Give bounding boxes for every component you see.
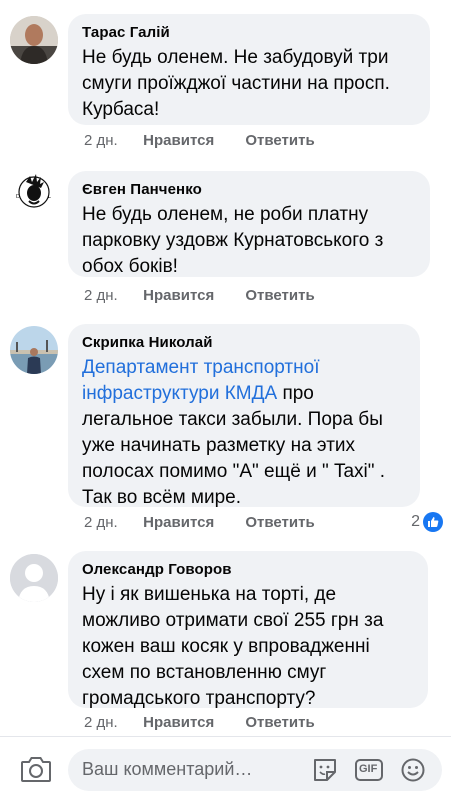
comment-author[interactable]: Скрипка Николай bbox=[82, 333, 406, 353]
like-button[interactable]: Нравится bbox=[143, 131, 241, 151]
camera-icon[interactable] bbox=[20, 755, 52, 783]
comment-text: Не будь оленем, не роби платну парковку … bbox=[82, 204, 384, 277]
like-button[interactable]: Нравится bbox=[143, 286, 241, 306]
comment-age[interactable]: 2 дн. bbox=[84, 286, 139, 306]
comment-actions: 2 дн. Нравится Ответить bbox=[84, 131, 315, 151]
comment-author[interactable]: Олександр Говоров bbox=[82, 560, 414, 580]
comment-composer: Ваш комментарий… GIF bbox=[0, 736, 451, 800]
emoji-icon[interactable] bbox=[400, 757, 426, 783]
reply-button[interactable]: Ответить bbox=[245, 713, 314, 733]
comment-input-placeholder: Ваш комментарий… bbox=[82, 759, 253, 779]
comment-bubble: Олександр Говоров Ну і як вишенька на то… bbox=[68, 551, 428, 709]
like-button[interactable]: Нравится bbox=[143, 713, 241, 733]
comment-input[interactable]: Ваш комментарий… GIF bbox=[68, 749, 442, 791]
comment-age[interactable]: 2 дн. bbox=[84, 513, 139, 533]
seaside-photo-avatar-icon bbox=[10, 326, 58, 374]
comment-bubble: Тарас Галій Не будь оленем. Не забудовуй… bbox=[68, 14, 430, 125]
gif-label: GIF bbox=[359, 763, 378, 775]
comment-actions: 2 дн. Нравится Ответить bbox=[84, 513, 315, 533]
gif-icon[interactable]: GIF bbox=[354, 757, 384, 783]
comment-author[interactable]: Тарас Галій bbox=[82, 23, 416, 43]
comment-actions: 2 дн. Нравится Ответить bbox=[84, 713, 315, 733]
reply-button[interactable]: Ответить bbox=[245, 513, 314, 533]
avatar[interactable] bbox=[10, 554, 58, 602]
comment-actions: 2 дн. Нравится Ответить bbox=[84, 286, 315, 306]
comment-text: Ну і як вишенька на торті, де можливо от… bbox=[82, 584, 384, 709]
comment-text: Не будь оленем. Не забудовуй три смуги п… bbox=[82, 47, 390, 120]
diesel-logo-avatar-icon: D L bbox=[10, 168, 58, 216]
comment-age[interactable]: 2 дн. bbox=[84, 713, 139, 733]
comment-author[interactable]: Євген Панченко bbox=[82, 180, 416, 200]
svg-text:L: L bbox=[48, 194, 51, 200]
like-button[interactable]: Нравится bbox=[143, 513, 241, 533]
avatar[interactable] bbox=[10, 16, 58, 64]
avatar[interactable]: D L bbox=[10, 168, 58, 216]
comment-bubble: Євген Панченко Не будь оленем, не роби п… bbox=[68, 171, 430, 277]
comment-text: Департамент транспортної інфраструктури … bbox=[82, 355, 406, 511]
reply-button[interactable]: Ответить bbox=[245, 286, 314, 306]
avatar[interactable] bbox=[10, 326, 58, 374]
reactions-summary[interactable]: 2 bbox=[411, 512, 443, 532]
thumbs-up-icon bbox=[423, 512, 443, 532]
reactions-count: 2 bbox=[411, 513, 420, 530]
person-photo-avatar-icon bbox=[10, 16, 58, 64]
comment-bubble: Скрипка Николай Департамент транспортної… bbox=[68, 324, 420, 508]
sticker-icon[interactable] bbox=[312, 757, 338, 783]
comment-age[interactable]: 2 дн. bbox=[84, 131, 139, 151]
default-avatar-icon bbox=[10, 554, 58, 602]
svg-text:D: D bbox=[16, 194, 20, 200]
reply-button[interactable]: Ответить bbox=[245, 131, 314, 151]
